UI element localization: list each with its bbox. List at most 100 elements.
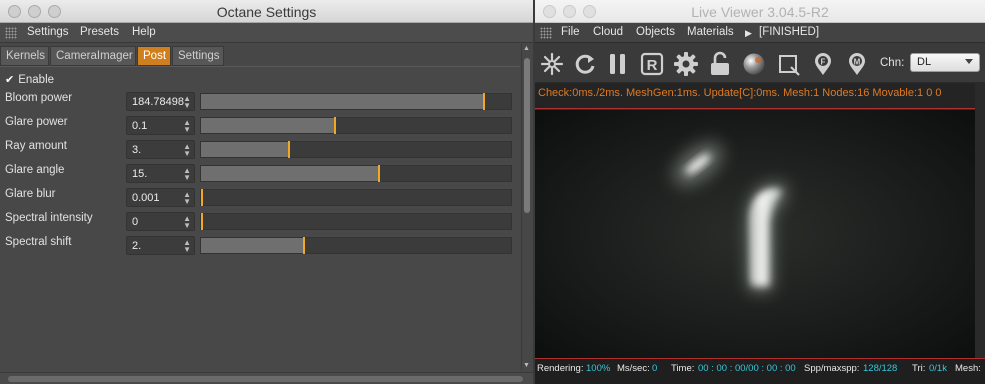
spinner-arrows-icon[interactable]: ▲ ▼: [183, 215, 191, 230]
setting-value: 0.001: [132, 192, 160, 204]
setting-slider[interactable]: [200, 165, 512, 182]
material-ball-icon[interactable]: [741, 51, 767, 77]
spinner-arrows-icon[interactable]: ▲ ▼: [183, 95, 191, 110]
setting-label: Spectral intensity: [5, 212, 93, 224]
window-title: Octane Settings: [216, 4, 317, 20]
spp-value: 128/128: [863, 363, 898, 374]
enable-checkbox[interactable]: ✔ Enable: [5, 73, 54, 86]
region-render-icon[interactable]: R: [639, 51, 665, 77]
render-stats-text: Check:0ms./2ms. MeshGen:1ms. Update[C]:0…: [538, 87, 942, 99]
window-title: Live Viewer 3.04.5-R2: [691, 4, 829, 20]
setting-value-spinner[interactable]: 0.1 ▲ ▼: [126, 116, 195, 135]
send-scene-icon[interactable]: [539, 51, 565, 77]
grip-handle-icon[interactable]: [5, 27, 17, 39]
rendering-label: Rendering:: [537, 363, 584, 374]
settings-gear-icon[interactable]: [673, 51, 699, 77]
slider-fill: [201, 142, 288, 157]
channel-select[interactable]: DL: [910, 53, 980, 72]
time-value: 00 : 00 : 00/00 : 00 : 00: [698, 363, 796, 374]
menu-help[interactable]: Help: [132, 26, 156, 38]
slider-handle[interactable]: [201, 213, 203, 230]
spinner-arrows-icon[interactable]: ▲ ▼: [183, 191, 191, 206]
spinner-arrows-icon[interactable]: ▲ ▼: [183, 143, 191, 158]
setting-slider[interactable]: [200, 141, 512, 158]
live-viewer-window: Live Viewer 3.04.5-R2 File Cloud Objects…: [535, 0, 985, 384]
scrollbar-thumb[interactable]: [524, 58, 530, 213]
lock-icon[interactable]: [707, 51, 733, 77]
setting-value-spinner[interactable]: 2. ▲ ▼: [126, 236, 195, 255]
focus-picker-icon[interactable]: [775, 51, 801, 77]
setting-label: Spectral shift: [5, 236, 72, 248]
slider-handle[interactable]: [303, 237, 305, 254]
setting-slider[interactable]: [200, 237, 512, 254]
setting-label: Glare power: [5, 116, 68, 128]
setting-value: 2.: [132, 240, 142, 252]
spinner-arrows-icon[interactable]: ▲ ▼: [183, 119, 191, 134]
spinner-arrows-icon[interactable]: ▲ ▼: [183, 239, 191, 254]
slider-fill: [201, 238, 303, 253]
channel-label: Chn:: [880, 57, 905, 69]
setting-label: Bloom power: [5, 92, 73, 104]
tab-settings[interactable]: Settings: [172, 46, 224, 66]
setting-value-spinner[interactable]: 0.001 ▲ ▼: [126, 188, 195, 207]
menu-file[interactable]: File: [561, 26, 580, 38]
live-viewer-titlebar[interactable]: Live Viewer 3.04.5-R2: [535, 0, 985, 23]
setting-value: 0.1: [132, 120, 148, 132]
render-image: [535, 110, 975, 358]
slider-handle[interactable]: [288, 141, 290, 158]
grip-handle-icon[interactable]: [540, 27, 552, 39]
render-state-label: [FINISHED]: [759, 26, 820, 38]
slider-fill: [201, 118, 334, 133]
svg-text:M: M: [854, 58, 861, 67]
setting-slider[interactable]: [200, 117, 512, 134]
scroll-down-arrow-icon[interactable]: ▼: [523, 362, 530, 369]
pause-icon[interactable]: [605, 51, 631, 77]
rendering-value: 100%: [586, 363, 611, 374]
vertical-scrollbar[interactable]: ▲ ▼: [521, 44, 532, 370]
menu-presets[interactable]: Presets: [80, 26, 119, 38]
setting-label: Glare blur: [5, 188, 56, 200]
horizontal-scrollbar-thumb[interactable]: [8, 376, 523, 382]
slider-fill: [201, 94, 483, 109]
menu-objects[interactable]: Objects: [636, 26, 675, 38]
viewer-toolbar: R F M Chn: DL: [535, 43, 985, 83]
setting-value: 0: [132, 216, 139, 228]
setting-label: Ray amount: [5, 140, 68, 152]
slider-handle[interactable]: [334, 117, 336, 134]
render-footer: Rendering: 100% Ms/sec: 0 Time: 00 : 00 …: [535, 358, 985, 384]
spinner-arrows-icon[interactable]: ▲ ▼: [183, 167, 191, 182]
tab-cameraimager[interactable]: CameraImager: [50, 46, 136, 66]
slider-handle[interactable]: [483, 93, 485, 110]
setting-slider[interactable]: [200, 189, 512, 206]
octane-settings-titlebar[interactable]: Octane Settings: [0, 0, 533, 23]
f-pin-icon[interactable]: F: [810, 51, 836, 77]
viewer-menubar: File Cloud Objects Materials ▶ [FINISHED…: [535, 23, 985, 43]
menu-materials[interactable]: Materials: [687, 26, 734, 38]
tab-kernels[interactable]: Kernels: [0, 46, 49, 66]
setting-slider[interactable]: [200, 213, 512, 230]
setting-label: Glare angle: [5, 164, 65, 176]
horizontal-scrollbar[interactable]: [0, 372, 533, 384]
menu-settings[interactable]: Settings: [27, 26, 69, 38]
tab-post[interactable]: Post: [137, 46, 171, 66]
setting-value: 184.78498: [132, 96, 184, 108]
post-settings-panel: ✔ Enable Bloom power 184.78498 ▲ ▼ Glare powe…: [0, 66, 520, 373]
menu-arrow-icon[interactable]: ▶: [745, 28, 752, 39]
channel-value: DL: [917, 56, 932, 68]
setting-value-spinner[interactable]: 15. ▲ ▼: [126, 164, 195, 183]
m-pin-icon[interactable]: M: [844, 51, 870, 77]
slider-handle[interactable]: [378, 165, 380, 182]
restart-icon[interactable]: [572, 51, 598, 77]
setting-value-spinner[interactable]: 184.78498 ▲ ▼: [126, 92, 195, 111]
setting-value-spinner[interactable]: 3. ▲ ▼: [126, 140, 195, 159]
slider-handle[interactable]: [201, 189, 203, 206]
menu-cloud[interactable]: Cloud: [593, 26, 623, 38]
setting-value-spinner[interactable]: 0 ▲ ▼: [126, 212, 195, 231]
setting-value: 3.: [132, 144, 142, 156]
viewer-side-strip: [975, 83, 985, 358]
svg-text:F: F: [821, 58, 826, 67]
scroll-up-arrow-icon[interactable]: ▲: [523, 45, 530, 52]
mesh-label: Mesh:: [955, 363, 981, 374]
setting-slider[interactable]: [200, 93, 512, 110]
render-viewport[interactable]: [535, 110, 985, 358]
